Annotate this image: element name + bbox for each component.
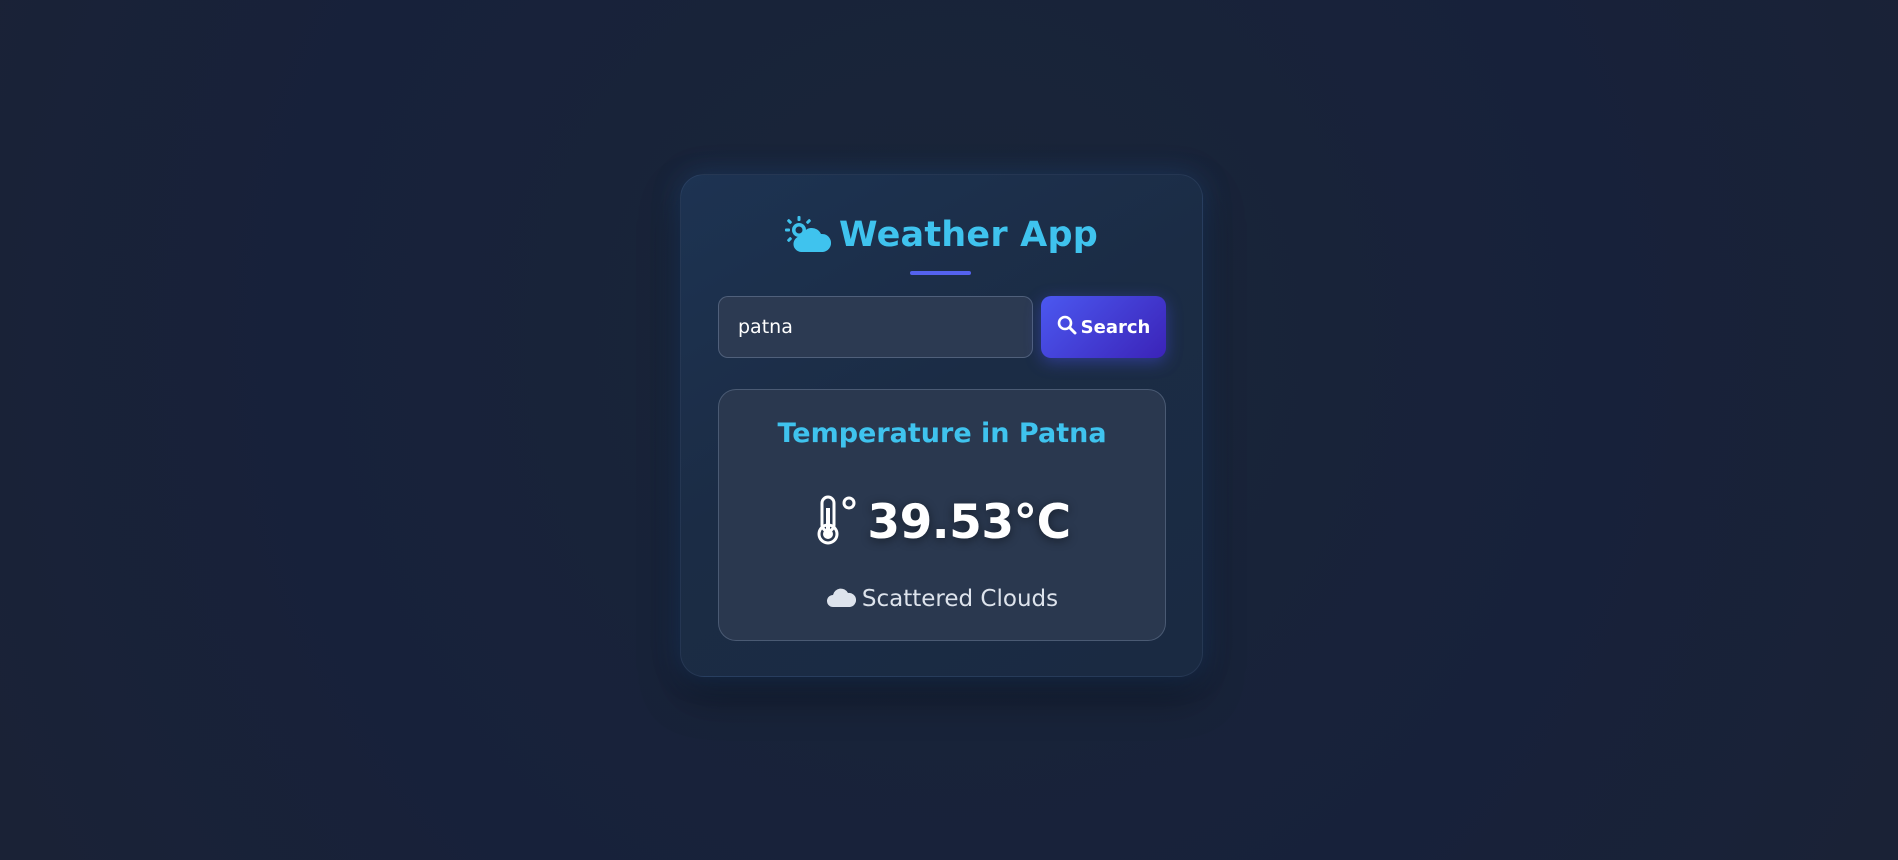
temperature-value: 39.53°C [867, 494, 1071, 550]
app-header: Weather App [681, 215, 1202, 255]
temperature-row: 39.53°C [719, 494, 1165, 550]
city-search-input[interactable] [718, 296, 1033, 358]
title-underline [910, 271, 971, 275]
search-button[interactable]: Search [1041, 296, 1166, 358]
condition-row: Scattered Clouds [719, 586, 1165, 612]
weather-card: Weather App Search Temperature in Patna [680, 174, 1203, 677]
search-button-label: Search [1080, 316, 1151, 338]
thermometer-icon [813, 494, 861, 550]
search-icon [1057, 315, 1077, 340]
app-title: Weather App [839, 215, 1098, 255]
weather-result-panel: Temperature in Patna 39.53°C Scattered C… [718, 389, 1166, 641]
sun-cloud-icon [785, 216, 832, 254]
condition-text: Scattered Clouds [861, 586, 1059, 612]
result-title: Temperature in Patna [777, 418, 1107, 449]
cloud-icon [826, 586, 856, 612]
